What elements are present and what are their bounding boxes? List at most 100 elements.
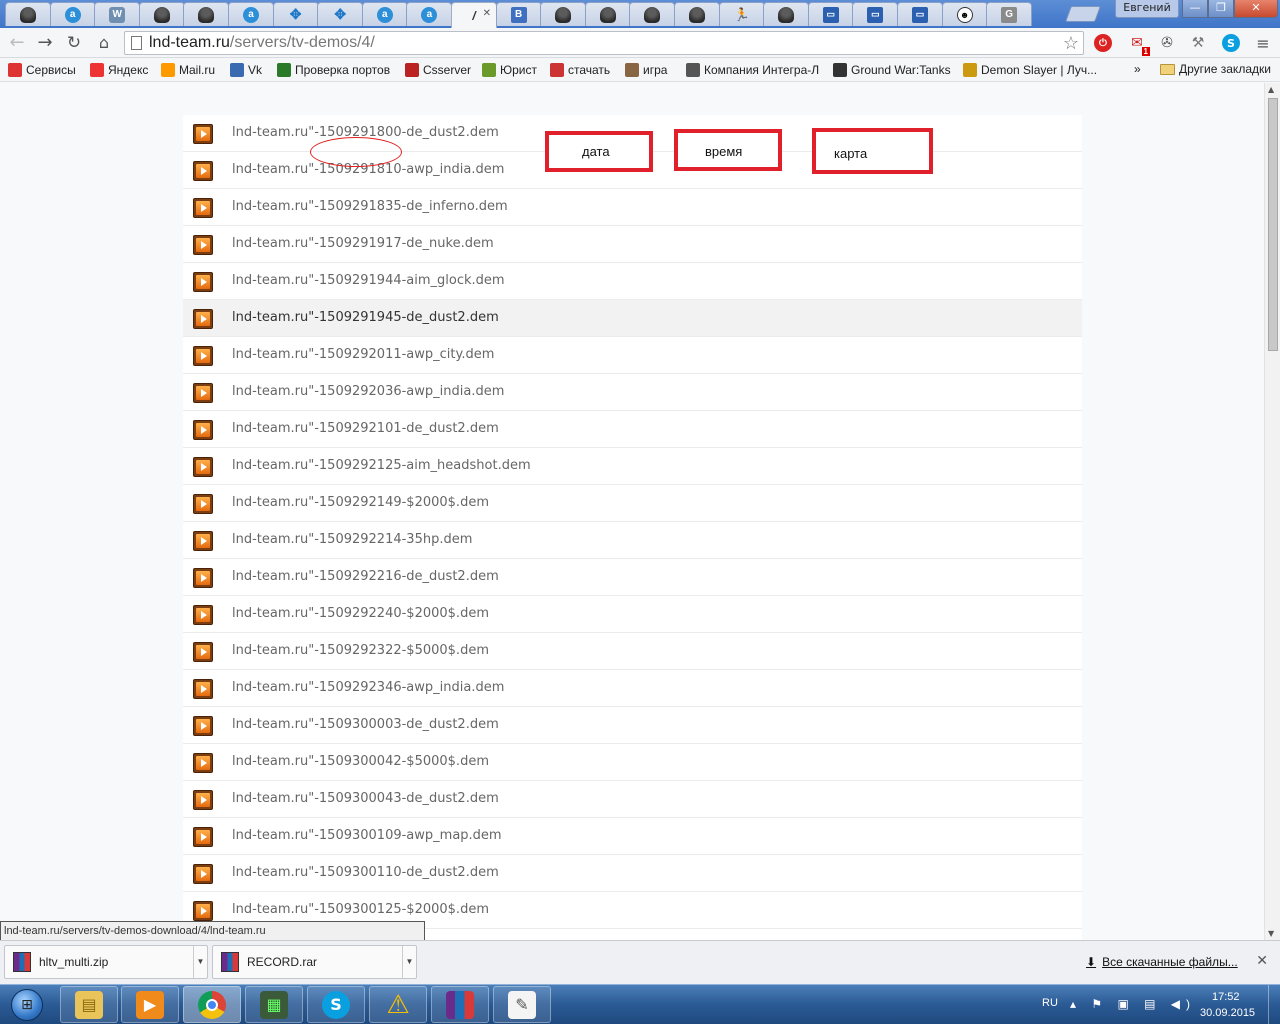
minimize-button[interactable]: — (1182, 0, 1208, 18)
start-button[interactable]: ⊞ (2, 987, 52, 1023)
scroll-down-arrow-icon[interactable]: ▼ (1268, 929, 1274, 938)
browser-tab[interactable]: ▭ (897, 2, 943, 26)
browser-tab[interactable] (674, 2, 720, 26)
file-link[interactable]: lnd-team.ru"-1509300003-de_dust2.dem (232, 717, 499, 732)
clock-time[interactable]: 17:52 (1212, 991, 1240, 1003)
file-link[interactable]: lnd-team.ru"-1509291917-de_nuke.dem (232, 236, 494, 251)
file-row[interactable]: lnd-team.ru"-1509292149-$2000$.dem (183, 485, 1082, 522)
file-link[interactable]: lnd-team.ru"-1509300110-de_dust2.dem (232, 865, 499, 880)
taskbar-skype[interactable]: S (307, 986, 365, 1023)
file-row[interactable]: lnd-team.ru"-1509291917-de_nuke.dem (183, 226, 1082, 263)
home-button[interactable]: ⌂ (93, 32, 115, 54)
file-link[interactable]: lnd-team.ru"-1509292214-35hp.dem (232, 532, 472, 547)
file-link[interactable]: lnd-team.ru"-1509292149-$2000$.dem (232, 495, 489, 510)
browser-tab[interactable]: B (495, 2, 542, 26)
taskbar-winrar[interactable] (431, 986, 489, 1023)
browser-tab[interactable] (5, 2, 51, 26)
file-link[interactable]: lnd-team.ru"-1509291835-de_inferno.dem (232, 199, 508, 214)
taskbar-media-player[interactable]: ▶ (121, 986, 179, 1023)
file-row[interactable]: lnd-team.ru"-1509292036-awp_india.dem (183, 374, 1082, 411)
address-bar[interactable]: lnd-team.ru/servers/tv-demos/4/ ☆ (124, 31, 1084, 55)
browser-tab[interactable] (138, 2, 185, 26)
browser-tab[interactable] (183, 2, 230, 26)
file-link[interactable]: lnd-team.ru"-1509300109-awp_map.dem (232, 828, 502, 843)
file-row[interactable]: lnd-team.ru"-1509292240-$2000$.dem (183, 596, 1082, 633)
file-row[interactable]: lnd-team.ru"-1509300043-de_dust2.dem (183, 781, 1082, 818)
taskbar-explorer[interactable]: ▤ (60, 986, 118, 1023)
file-row[interactable]: lnd-team.ru"-1509292322-$5000$.dem (183, 633, 1082, 670)
download-menu-caret-icon[interactable]: ▼ (402, 946, 416, 978)
bookmark-item[interactable]: Проверка портов (277, 62, 390, 78)
bookmark-item[interactable]: Vk (230, 62, 262, 78)
browser-tab[interactable]: ☻ (941, 2, 988, 26)
scrollbar-thumb[interactable] (1268, 98, 1278, 351)
back-button[interactable]: ← (6, 32, 28, 54)
close-shelf-icon[interactable]: ✕ (1256, 953, 1268, 969)
browser-tab[interactable]: W (94, 2, 141, 26)
file-link[interactable]: lnd-team.ru"-1509292036-awp_india.dem (232, 384, 504, 399)
adblock-extension-icon[interactable]: ⏻ (1092, 32, 1114, 54)
chrome-menu-icon[interactable]: ≡ (1252, 32, 1274, 54)
file-row[interactable]: lnd-team.ru"-1509292101-de_dust2.dem (183, 411, 1082, 448)
browser-tab[interactable] (629, 2, 676, 26)
file-link[interactable]: lnd-team.ru"-1509292125-aim_headshot.dem (232, 458, 531, 473)
file-link[interactable]: lnd-team.ru"-1509300125-$2000$.dem (232, 902, 489, 917)
file-link[interactable]: lnd-team.ru"-1509292011-awp_city.dem (232, 347, 494, 362)
file-row[interactable]: lnd-team.ru"-1509291944-aim_glock.dem (183, 263, 1082, 300)
language-indicator[interactable]: RU (1042, 997, 1058, 1009)
browser-tab[interactable]: ▭ (852, 2, 899, 26)
bookmark-item[interactable]: Юрист (482, 62, 537, 78)
file-row[interactable]: lnd-team.ru"-1509300109-awp_map.dem (183, 818, 1082, 855)
bookmark-item[interactable]: Компания Интегра-Л (686, 62, 819, 78)
bookmark-item[interactable]: стачать (550, 62, 610, 78)
vertical-scrollbar[interactable]: ▲ ▼ (1264, 83, 1280, 940)
download-menu-caret-icon[interactable]: ▼ (193, 946, 207, 978)
all-downloads-link[interactable]: ⬇ Все скачанные файлы... (1086, 955, 1238, 969)
browser-tab[interactable]: a (361, 2, 408, 26)
forward-button[interactable]: → (34, 32, 56, 54)
taskbar-network-monitor[interactable]: ▦ (245, 986, 303, 1023)
close-tab-icon[interactable]: ✕ (483, 8, 491, 19)
browser-tab[interactable] (584, 2, 631, 26)
browser-tab[interactable]: ✥ (272, 2, 319, 26)
close-window-button[interactable]: ✕ (1234, 0, 1278, 18)
bookmark-item[interactable]: Яндекс (90, 62, 148, 78)
clock-date[interactable]: 30.09.2015 (1200, 1007, 1255, 1019)
new-tab-button[interactable] (1065, 6, 1101, 22)
browser-tab[interactable]: ▭ (807, 2, 854, 26)
skype-extension-icon[interactable]: S (1220, 32, 1242, 54)
bookmark-item[interactable]: Сервисы (8, 62, 76, 78)
bookmark-star-icon[interactable]: ☆ (1063, 32, 1079, 54)
bookmark-item[interactable]: Ground War:Tanks (833, 62, 951, 78)
download-item[interactable]: hltv_multi.zip ▼ (4, 945, 208, 979)
mail-extension-icon[interactable]: ✉ 1 (1126, 32, 1150, 56)
reload-button[interactable]: ↻ (63, 32, 85, 54)
browser-tab[interactable]: 🏃 (718, 2, 765, 26)
file-link[interactable]: lnd-team.ru"-1509292240-$2000$.dem (232, 606, 489, 621)
browser-tab[interactable]: G (986, 2, 1033, 26)
bookmarks-overflow-chevron[interactable]: » (1134, 62, 1141, 76)
file-link[interactable]: lnd-team.ru"-1509292346-awp_india.dem (232, 680, 504, 695)
browser-tab[interactable]: ✥ (317, 2, 364, 26)
bookmark-item[interactable]: Mail.ru (161, 62, 215, 78)
file-row[interactable]: lnd-team.ru"-1509292346-awp_india.dem (183, 670, 1082, 707)
file-link[interactable]: lnd-team.ru"-1509291944-aim_glock.dem (232, 273, 505, 288)
tray-icons[interactable]: ▴ ⚑ ▣ ▤ ◀) (1070, 997, 1196, 1011)
browser-tab[interactable]: a (406, 2, 453, 26)
browser-tab[interactable]: a (228, 2, 274, 26)
file-row[interactable]: lnd-team.ru"-1509291945-de_dust2.dem (183, 300, 1082, 337)
file-link[interactable]: lnd-team.ru"-1509292322-$5000$.dem (232, 643, 489, 658)
file-row[interactable]: lnd-team.ru"-1509300042-$5000$.dem (183, 744, 1082, 781)
taskbar-notepad[interactable]: ✎ (493, 986, 551, 1023)
file-row[interactable]: lnd-team.ru"-1509292011-awp_city.dem (183, 337, 1082, 374)
file-row[interactable]: lnd-team.ru"-1509300003-de_dust2.dem (183, 707, 1082, 744)
browser-tab[interactable]: a (49, 2, 96, 26)
show-desktop-button[interactable] (1268, 985, 1280, 1024)
file-link[interactable]: lnd-team.ru"-1509292101-de_dust2.dem (232, 421, 499, 436)
file-link[interactable]: lnd-team.ru"-1509292216-de_dust2.dem (232, 569, 499, 584)
browser-tab[interactable] (763, 2, 810, 26)
file-link[interactable]: lnd-team.ru"-1509300043-de_dust2.dem (232, 791, 499, 806)
browser-tab[interactable]: / ✕ (451, 2, 497, 28)
file-link[interactable]: lnd-team.ru"-1509291945-de_dust2.dem (232, 310, 499, 325)
film-reel-extension-icon[interactable]: ✇ (1156, 32, 1178, 54)
